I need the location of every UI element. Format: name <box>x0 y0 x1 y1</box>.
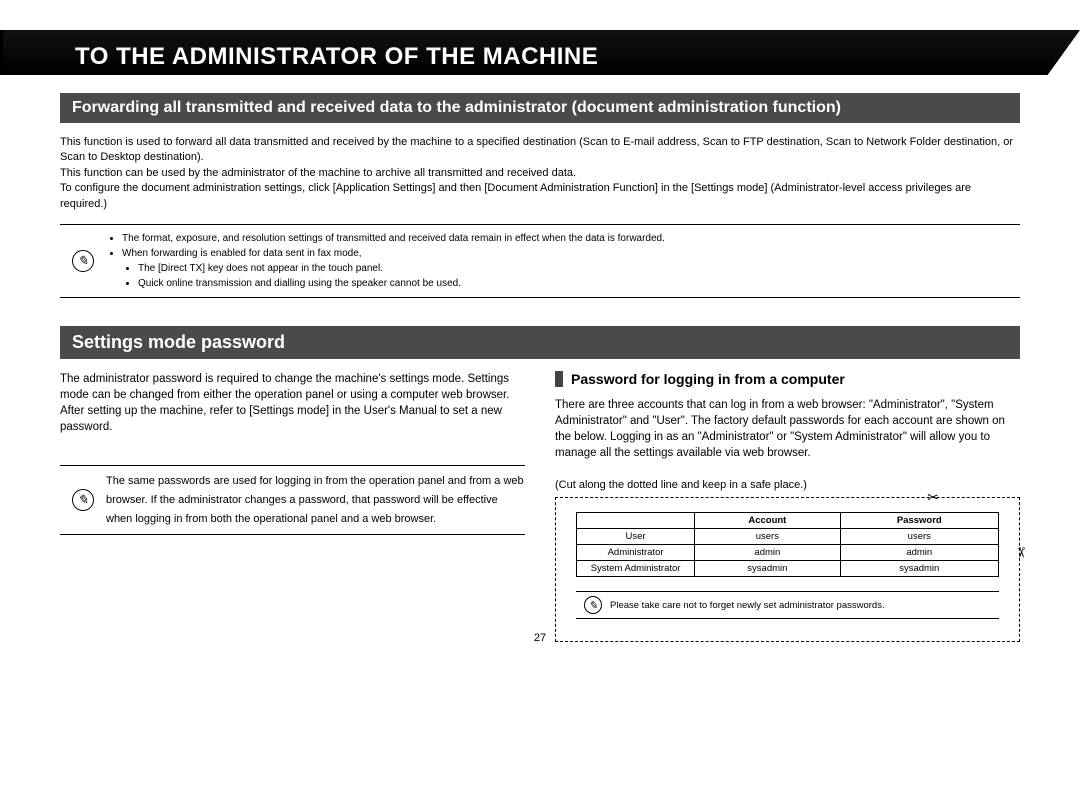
pencil-icon: ✎ <box>72 250 94 272</box>
table-header: Password <box>840 513 998 529</box>
forwarding-p3: To configure the document administration… <box>60 182 971 209</box>
settings-left-p1: The administrator password is required t… <box>60 371 525 435</box>
pencil-icon: ✎ <box>72 489 94 511</box>
cutout-note-text: Please take care not to forget newly set… <box>610 600 885 611</box>
settings-left-note-box: ✎ The same passwords are used for loggin… <box>60 465 525 535</box>
table-row: Administrator admin admin <box>577 545 999 561</box>
table-header-row: Account Password <box>577 513 999 529</box>
table-cell: users <box>840 529 998 545</box>
settings-left-note: The same passwords are used for logging … <box>106 472 525 528</box>
table-row: System Administrator sysadmin sysadmin <box>577 561 999 577</box>
forwarding-notes: The format, exposure, and resolution set… <box>106 231 1020 291</box>
pencil-icon: ✎ <box>584 596 602 614</box>
note-item: The format, exposure, and resolution set… <box>122 231 1020 246</box>
right-column: Password for logging in from a computer … <box>555 371 1020 642</box>
settings-right-p1: There are three accounts that can log in… <box>555 397 1020 461</box>
settings-header: Settings mode password <box>60 326 1020 359</box>
table-cell: User <box>577 529 695 545</box>
table-header: Account <box>695 513 840 529</box>
table-cell: admin <box>695 545 840 561</box>
note-subitem: Quick online transmission and dialling u… <box>138 276 1020 291</box>
table-cell: sysadmin <box>840 561 998 577</box>
table-cell: users <box>695 529 840 545</box>
forwarding-p1: This function is used to forward all dat… <box>60 136 1013 163</box>
cutout-box: ✂ ✂ Account Password User users <box>555 497 1020 642</box>
right-subheading: Password for logging in from a computer <box>555 371 1020 387</box>
table-cell: admin <box>840 545 998 561</box>
document-page: To the Administrator of the Machine Forw… <box>0 0 1080 662</box>
table-row: User users users <box>577 529 999 545</box>
forwarding-note-box: ✎ The format, exposure, and resolution s… <box>60 224 1020 298</box>
page-banner: To the Administrator of the Machine <box>60 30 1020 75</box>
password-table: Account Password User users users Admini… <box>576 512 999 577</box>
left-column: The administrator password is required t… <box>60 371 525 563</box>
note-item: When forwarding is enabled for data sent… <box>122 246 1020 291</box>
table-header <box>577 513 695 529</box>
cut-instructions: (Cut along the dotted line and keep in a… <box>555 479 1020 491</box>
scissors-icon: ✂ <box>927 489 939 506</box>
page-number: 27 <box>534 632 546 644</box>
two-column-layout: The administrator password is required t… <box>60 371 1020 642</box>
cutout-note-box: ✎ Please take care not to forget newly s… <box>576 591 999 619</box>
forwarding-body: This function is used to forward all dat… <box>60 135 1020 212</box>
banner-title: To the Administrator of the Machine <box>60 30 1020 78</box>
table-cell: System Administrator <box>577 561 695 577</box>
forwarding-header: Forwarding all transmitted and received … <box>60 93 1020 123</box>
table-cell: Administrator <box>577 545 695 561</box>
forwarding-p2: This function can be used by the adminis… <box>60 167 576 179</box>
table-cell: sysadmin <box>695 561 840 577</box>
note-subitem: The [Direct TX] key does not appear in t… <box>138 261 1020 276</box>
scissors-icon: ✂ <box>1013 547 1030 559</box>
